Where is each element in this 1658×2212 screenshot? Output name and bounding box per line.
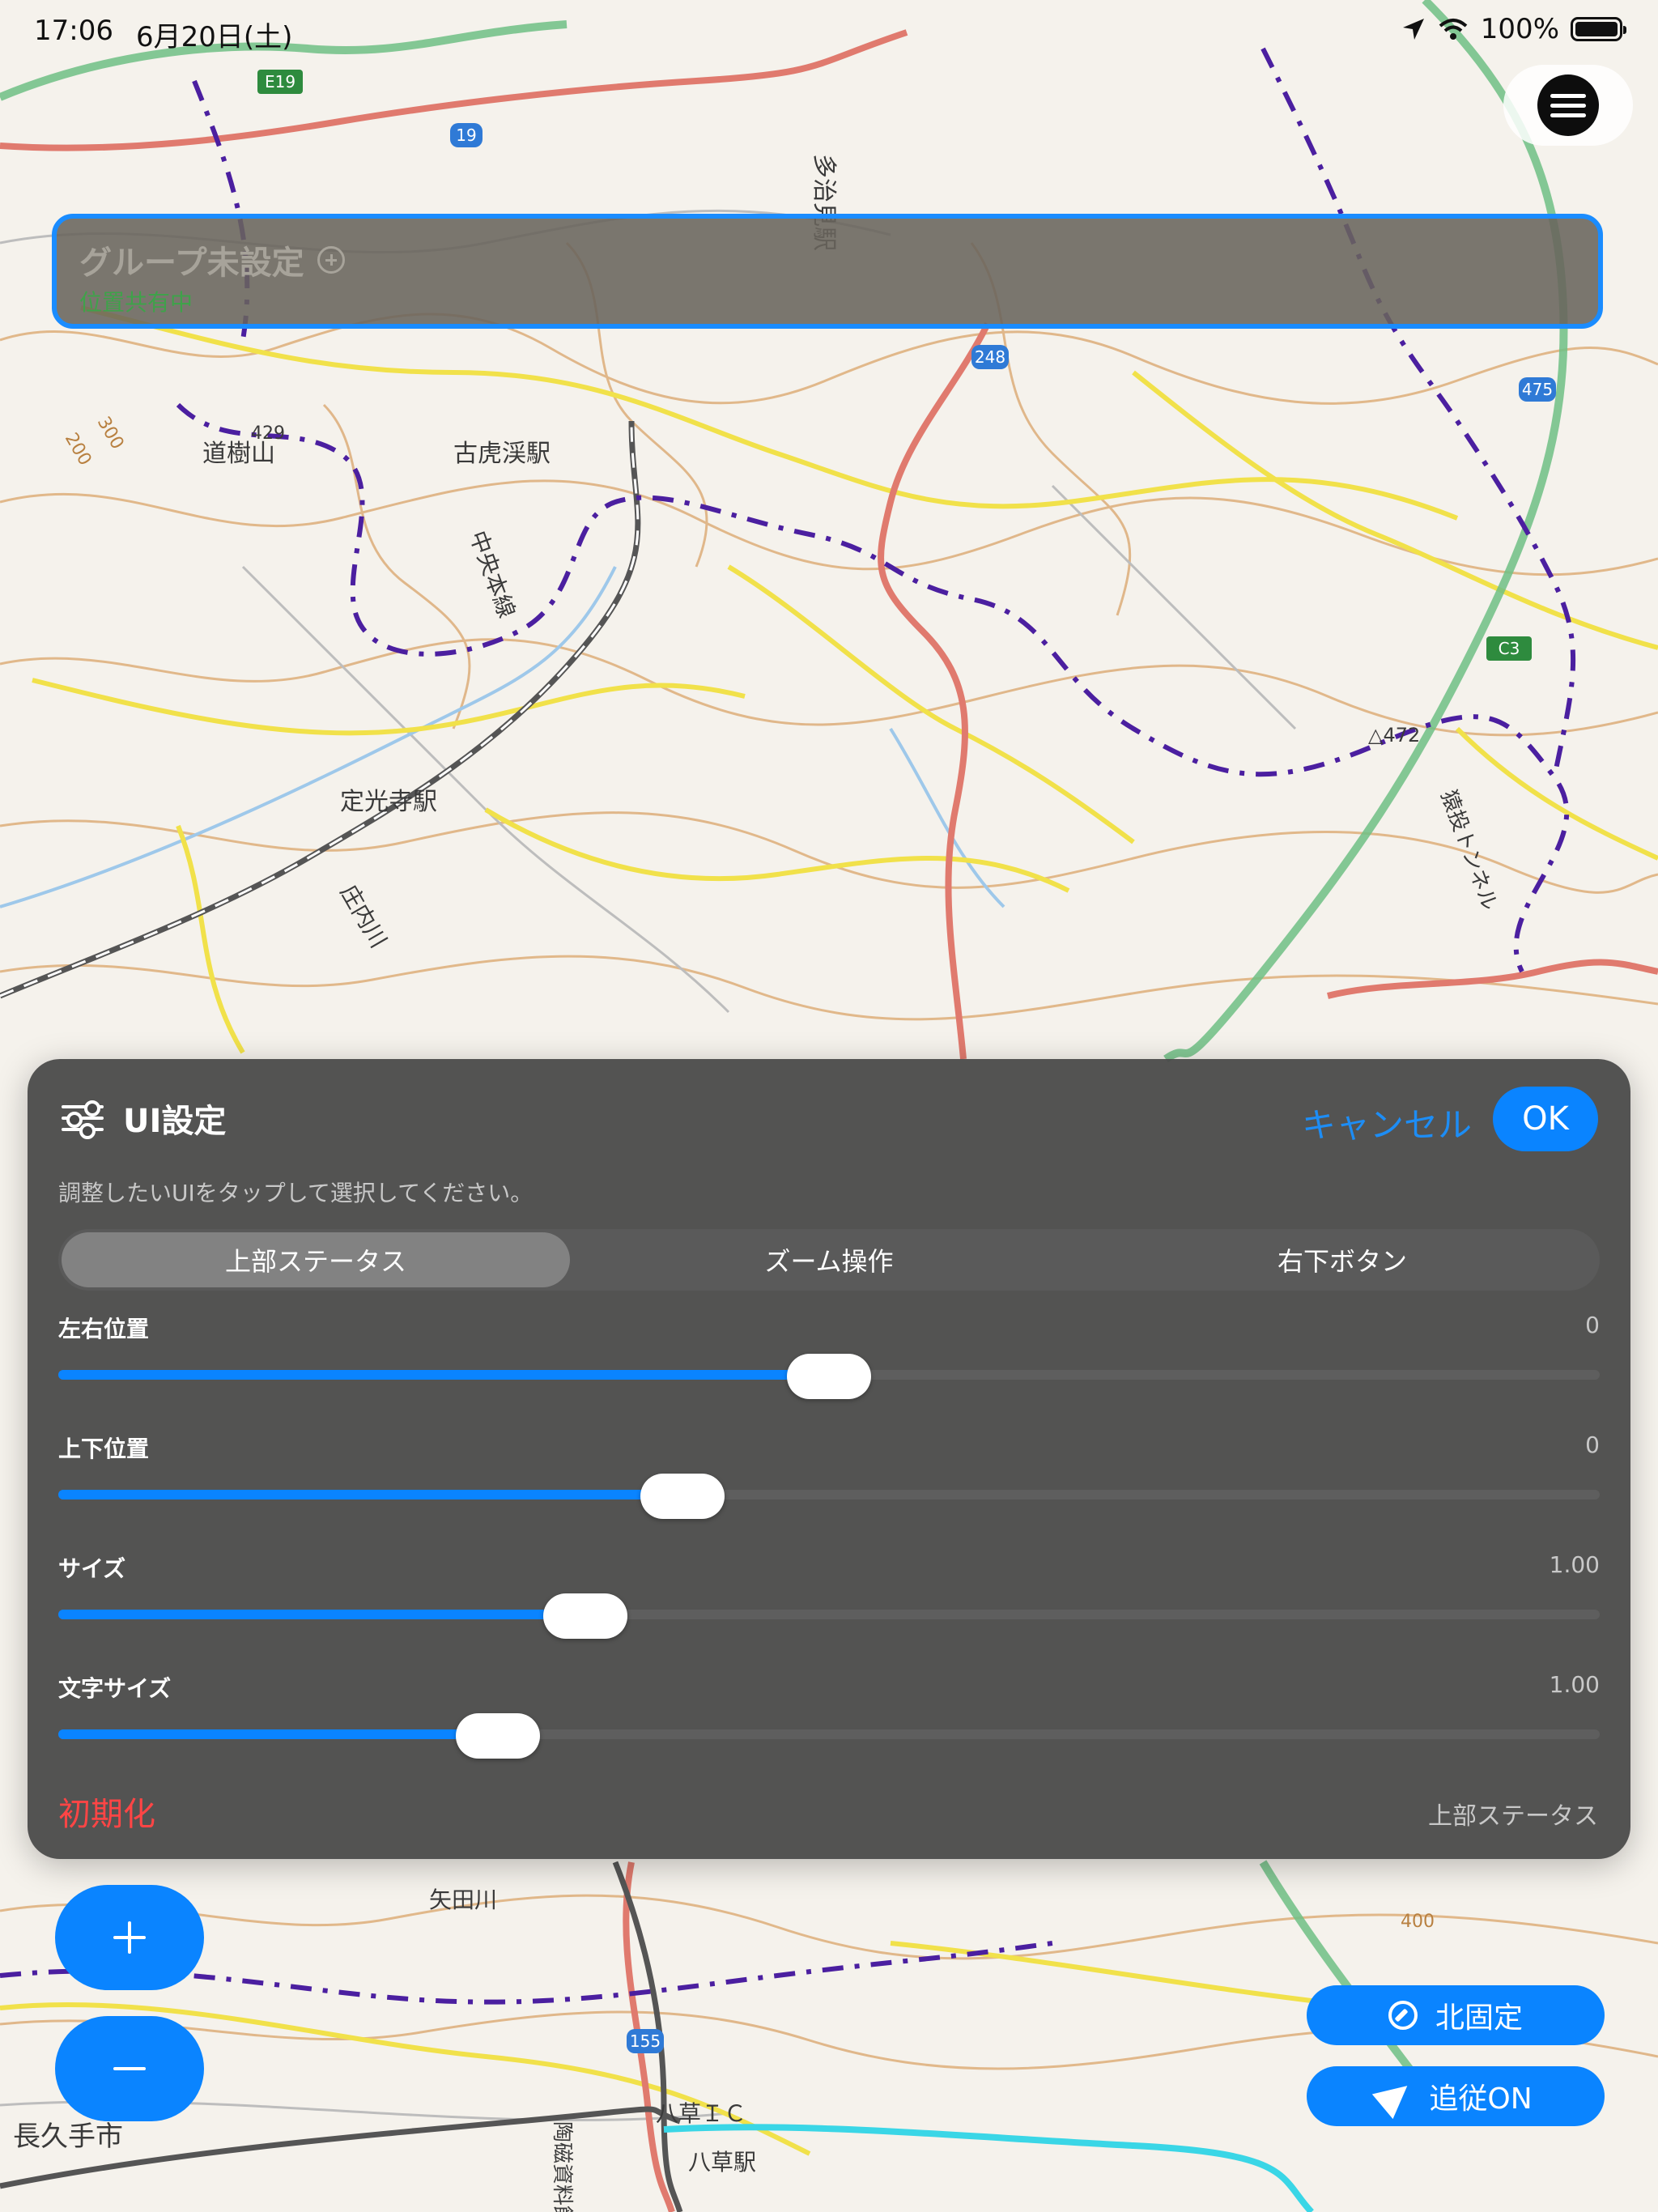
sliders-icon — [62, 1100, 104, 1139]
cancel-button[interactable]: キャンセル — [1302, 1098, 1472, 1147]
add-circle-icon[interactable] — [317, 246, 345, 274]
slider-thumb[interactable] — [787, 1354, 871, 1399]
map-label-jokoji-station: 定光寺駅 — [340, 788, 437, 816]
map-label-contour-400: 400 — [1401, 1912, 1435, 1932]
slider-label: 左右位置 — [58, 1316, 150, 1342]
slider-thumb[interactable] — [640, 1474, 725, 1519]
map-label-mount: 道樹山 — [202, 440, 275, 468]
zoom-out-button[interactable] — [55, 2016, 204, 2121]
map-label-yatagawa: 矢田川 — [429, 1887, 497, 1913]
wifi-icon — [1439, 19, 1468, 40]
route-shield-e19: E19 — [265, 72, 295, 91]
slider-horizontal-position: 左右位置 0 — [58, 1312, 1600, 1409]
status-time: 17:06 — [34, 15, 113, 47]
slider-value: 0 — [1585, 1312, 1600, 1338]
slider-value: 1.00 — [1549, 1671, 1600, 1698]
slider-label: 上下位置 — [58, 1436, 150, 1462]
map-label-nagakute: 長久手市 — [13, 2121, 123, 2153]
battery-icon — [1571, 17, 1626, 41]
route-shield-19: 19 — [456, 125, 476, 145]
ok-button[interactable]: OK — [1493, 1087, 1598, 1151]
location-arrow-icon — [1402, 19, 1424, 40]
map-label-kokeikei-station: 古虎渓駅 — [453, 440, 551, 468]
slider-label: サイズ — [58, 1555, 126, 1582]
plus-icon — [113, 1921, 146, 1954]
slider-track[interactable] — [58, 1729, 1600, 1739]
panel-title: UI設定 — [123, 1103, 227, 1140]
panel-header: UI設定 — [62, 1095, 226, 1142]
status-bar: 17:06 6月20日(土) 100% — [0, 0, 1658, 60]
navigation-arrow-icon — [1372, 2073, 1418, 2120]
slider-thumb[interactable] — [543, 1593, 628, 1639]
slider-track[interactable] — [58, 1610, 1600, 1619]
sharing-status: 位置共有中 — [79, 289, 193, 316]
tab-zoom[interactable]: ズーム操作 — [575, 1232, 1083, 1287]
reset-button[interactable]: 初期化 — [58, 1788, 155, 1835]
slider-font-size: 文字サイズ 1.00 — [58, 1671, 1600, 1768]
hamburger-menu-icon — [1537, 74, 1599, 136]
route-shield-475: 475 — [1522, 380, 1553, 399]
slider-value: 0 — [1585, 1431, 1600, 1458]
follow-button[interactable]: 追従ON — [1307, 2066, 1605, 2126]
follow-label: 追従ON — [1429, 2082, 1533, 2116]
slider-thumb[interactable] — [455, 1713, 540, 1759]
route-shield-c3: C3 — [1499, 639, 1520, 658]
slider-vertical-position: 上下位置 0 — [58, 1431, 1600, 1529]
tab-top-status[interactable]: 上部ステータス — [62, 1232, 570, 1287]
minus-icon — [113, 2052, 146, 2085]
tab-bottom-right[interactable]: 右下ボタン — [1088, 1232, 1596, 1287]
panel-hint: 調整したいUIをタップして選択してください。 — [58, 1180, 534, 1206]
route-shield-248: 248 — [975, 347, 1005, 367]
status-right: 100% — [1401, 13, 1626, 45]
selected-target-label: 上部ステータス — [1428, 1802, 1598, 1831]
map-label-toji-museum: 陶磁資料館 — [550, 2121, 574, 2212]
north-fixed-button[interactable]: 北固定 — [1307, 1985, 1605, 2045]
slider-value: 1.00 — [1549, 1551, 1600, 1578]
ui-settings-panel: UI設定 キャンセル OK 調整したいUIをタップして選択してください。 上部ス… — [28, 1059, 1630, 1859]
map-label-peak: △472 — [1368, 724, 1420, 747]
map-label-yakusa-ic: 八草ＩＣ — [656, 2100, 746, 2127]
target-segmented-control: 上部ステータス ズーム操作 右下ボタン — [58, 1229, 1600, 1291]
group-label: グループ未設定 — [79, 245, 304, 282]
menu-button[interactable] — [1503, 65, 1633, 146]
top-status-card[interactable]: グループ未設定 位置共有中 — [52, 214, 1603, 329]
zoom-in-button[interactable] — [55, 1885, 204, 1990]
slider-label: 文字サイズ — [58, 1675, 172, 1702]
status-date: 6月20日(土) — [136, 21, 293, 53]
compass-icon — [1388, 2001, 1418, 2030]
slider-size: サイズ 1.00 — [58, 1551, 1600, 1648]
map-label-yakusa-station: 八草駅 — [688, 2149, 756, 2176]
map-label-mount-elev: 429 — [251, 423, 285, 444]
north-fixed-label: 北固定 — [1435, 2001, 1523, 2035]
route-shield-155: 155 — [630, 2031, 661, 2051]
slider-track[interactable] — [58, 1490, 1600, 1499]
battery-percent: 100% — [1480, 13, 1559, 45]
group-title: グループ未設定 — [79, 236, 345, 283]
